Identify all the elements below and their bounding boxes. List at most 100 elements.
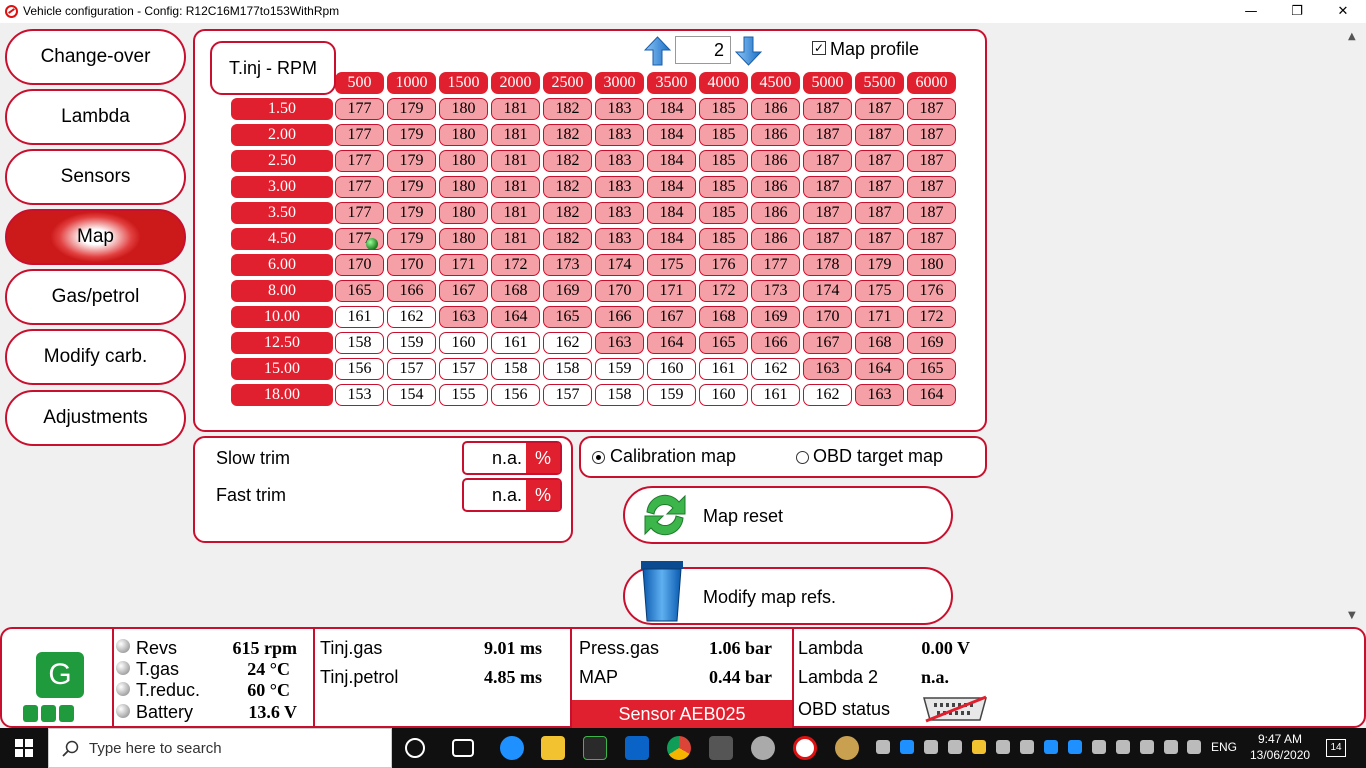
file-explorer-icon[interactable] <box>541 736 565 760</box>
close-button[interactable]: ✕ <box>1320 0 1366 23</box>
map-cell[interactable]: 166 <box>387 280 436 302</box>
map-cell[interactable]: 176 <box>907 280 956 302</box>
sidebar-item-modify-carb[interactable]: Modify carb. <box>5 329 186 385</box>
map-cell[interactable]: 159 <box>595 358 644 380</box>
map-cell[interactable]: 183 <box>595 98 644 120</box>
map-cell[interactable]: 182 <box>543 124 592 146</box>
map-cell[interactable]: 187 <box>907 150 956 172</box>
map-cell[interactable]: 158 <box>491 358 540 380</box>
map-cell[interactable]: 186 <box>751 98 800 120</box>
map-cell[interactable]: 179 <box>387 150 436 172</box>
map-cell[interactable]: 186 <box>751 228 800 250</box>
tray-app-icon[interactable] <box>948 740 962 754</box>
map-cell[interactable]: 187 <box>855 150 904 172</box>
map-cell[interactable]: 180 <box>439 150 488 172</box>
map-cell[interactable]: 185 <box>699 150 748 172</box>
calculator-icon[interactable] <box>709 736 733 760</box>
map-cell[interactable]: 153 <box>335 384 384 406</box>
map-cell[interactable]: 186 <box>751 202 800 224</box>
map-cell[interactable]: 161 <box>751 384 800 406</box>
map-cell[interactable]: 185 <box>699 202 748 224</box>
map-cell[interactable]: 157 <box>543 384 592 406</box>
map-cell[interactable]: 187 <box>855 124 904 146</box>
map-cell[interactable]: 183 <box>595 202 644 224</box>
map-cell[interactable]: 184 <box>647 176 696 198</box>
map-cell[interactable]: 156 <box>335 358 384 380</box>
map-cell[interactable]: 164 <box>647 332 696 354</box>
outlook-icon[interactable] <box>625 736 649 760</box>
page-down-arrow-icon[interactable] <box>735 36 762 66</box>
chrome-icon[interactable] <box>667 736 691 760</box>
tray-app-icon[interactable] <box>1116 740 1130 754</box>
calibration-map-label[interactable]: Calibration map <box>610 446 736 467</box>
map-cell[interactable]: 182 <box>543 150 592 172</box>
map-cell[interactable]: 166 <box>595 306 644 328</box>
map-cell[interactable]: 174 <box>595 254 644 276</box>
map-cell[interactable]: 179 <box>387 124 436 146</box>
map-cell[interactable]: 172 <box>699 280 748 302</box>
map-cell[interactable]: 187 <box>803 202 852 224</box>
map-cell[interactable]: 186 <box>751 150 800 172</box>
map-cell[interactable]: 168 <box>855 332 904 354</box>
skype-icon[interactable] <box>900 740 914 754</box>
map-cell[interactable]: 170 <box>335 254 384 276</box>
map-cell[interactable]: 180 <box>439 228 488 250</box>
map-cell[interactable]: 156 <box>491 384 540 406</box>
tray-app-icon[interactable] <box>1092 740 1106 754</box>
map-cell[interactable]: 184 <box>647 202 696 224</box>
map-cell[interactable]: 175 <box>647 254 696 276</box>
bluetooth-icon[interactable] <box>1068 740 1082 754</box>
map-cell[interactable]: 187 <box>907 98 956 120</box>
map-cell[interactable]: 183 <box>595 150 644 172</box>
map-cell[interactable]: 181 <box>491 228 540 250</box>
sidebar-item-change-over[interactable]: Change-over <box>5 29 186 85</box>
wifi-icon[interactable] <box>1164 740 1178 754</box>
map-cell[interactable]: 167 <box>439 280 488 302</box>
language-indicator[interactable]: ENG <box>1211 740 1237 754</box>
map-cell[interactable]: 181 <box>491 150 540 172</box>
map-cell[interactable]: 161 <box>699 358 748 380</box>
map-cell[interactable]: 164 <box>491 306 540 328</box>
sidebar-item-lambda[interactable]: Lambda <box>5 89 186 145</box>
map-cell[interactable]: 163 <box>595 332 644 354</box>
map-cell[interactable]: 172 <box>491 254 540 276</box>
map-cell[interactable]: 185 <box>699 124 748 146</box>
map-cell[interactable]: 185 <box>699 98 748 120</box>
map-cell[interactable]: 162 <box>387 306 436 328</box>
map-cell[interactable]: 179 <box>387 176 436 198</box>
map-cell[interactable]: 183 <box>595 176 644 198</box>
map-cell[interactable]: 176 <box>699 254 748 276</box>
edge-icon[interactable] <box>500 736 524 760</box>
modify-map-refs-button[interactable]: Modify map refs. <box>623 561 953 625</box>
map-cell[interactable]: 181 <box>491 202 540 224</box>
chevron-up-icon[interactable] <box>1140 740 1154 754</box>
map-cell[interactable]: 186 <box>751 124 800 146</box>
map-cell[interactable]: 161 <box>491 332 540 354</box>
map-cell[interactable]: 157 <box>387 358 436 380</box>
map-cell[interactable]: 158 <box>543 358 592 380</box>
map-cell[interactable]: 171 <box>439 254 488 276</box>
map-cell[interactable]: 163 <box>803 358 852 380</box>
map-cell[interactable]: 162 <box>543 332 592 354</box>
map-cell[interactable]: 175 <box>855 280 904 302</box>
map-cell[interactable]: 181 <box>491 98 540 120</box>
sidebar-item-sensors[interactable]: Sensors <box>5 149 186 205</box>
map-cell[interactable]: 165 <box>335 280 384 302</box>
map-cell[interactable]: 187 <box>855 98 904 120</box>
map-cell[interactable]: 163 <box>855 384 904 406</box>
sidebar-item-gas-petrol[interactable]: Gas/petrol <box>5 269 186 325</box>
map-cell[interactable]: 184 <box>647 124 696 146</box>
map-cell[interactable]: 159 <box>387 332 436 354</box>
map-cell[interactable]: 159 <box>647 384 696 406</box>
map-cell[interactable]: 187 <box>803 98 852 120</box>
map-cell[interactable]: 167 <box>803 332 852 354</box>
notification-icon[interactable]: 14 <box>1326 739 1346 757</box>
map-cell[interactable]: 180 <box>439 98 488 120</box>
gas-app-icon[interactable] <box>793 736 817 760</box>
map-cell[interactable]: 182 <box>543 176 592 198</box>
tray-app-icon[interactable] <box>972 740 986 754</box>
map-cell[interactable]: 181 <box>491 176 540 198</box>
map-cell[interactable]: 165 <box>543 306 592 328</box>
map-cell[interactable]: 184 <box>647 150 696 172</box>
map-cell[interactable]: 162 <box>803 384 852 406</box>
